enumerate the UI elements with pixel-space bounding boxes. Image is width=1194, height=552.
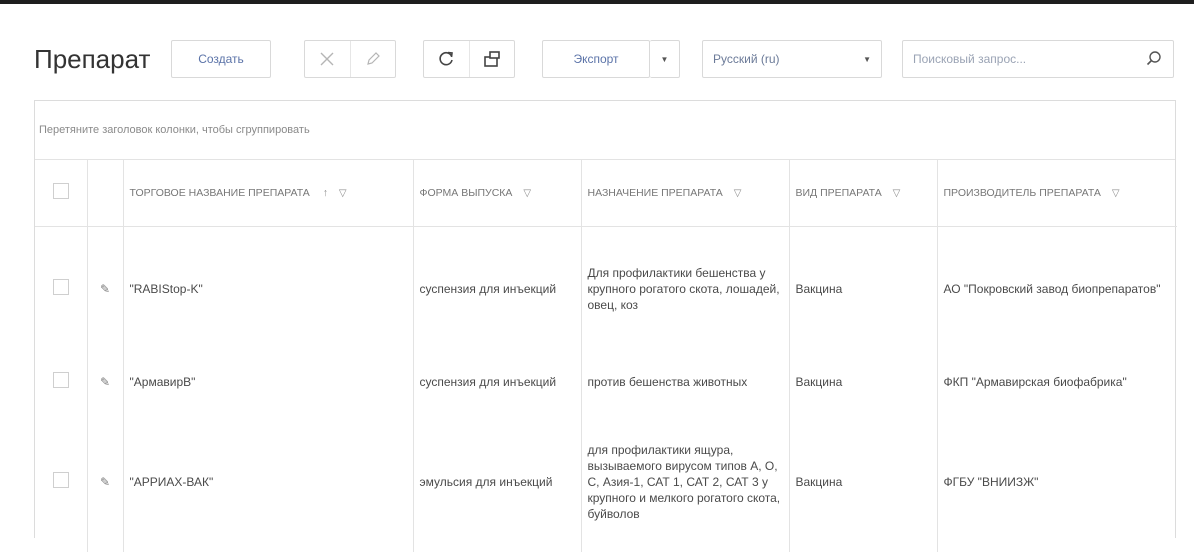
column-header-type[interactable]: ВИД ПРЕПАРАТА ▽ — [789, 160, 938, 227]
group-panel[interactable]: Перетяните заголовок колонки, чтобы сгру… — [35, 101, 1175, 160]
export-dropdown-button[interactable]: ▼ — [650, 40, 680, 78]
cell-manufacturer: ФКП "Армавирская биофабрика" — [943, 375, 1127, 389]
column-chooser-icon — [483, 51, 500, 67]
cell-name: "RABIStop-K" — [123, 226, 414, 352]
table-row[interactable]: ✎ "АрмавирВ" суспензия для инъекций прот… — [35, 352, 1177, 412]
row-edit-cell: ✎ — [87, 412, 124, 552]
search-input[interactable]: Поисковый запрос... — [902, 40, 1174, 78]
column-header-form[interactable]: ФОРМА ВЫПУСКА ▽ — [413, 160, 582, 227]
data-grid: Перетяните заголовок колонки, чтобы сгру… — [34, 100, 1177, 552]
data-table: ТОРГОВОЕ НАЗВАНИЕ ПРЕПАРАТА ↑ ▽ ФОРМА ВЫ… — [35, 160, 1177, 552]
table-header-row: ТОРГОВОЕ НАЗВАНИЕ ПРЕПАРАТА ↑ ▽ ФОРМА ВЫ… — [35, 160, 1177, 227]
cell-manufacturer: ФГБУ "ВНИИЗЖ" — [943, 475, 1039, 489]
row-edit-cell: ✎ — [87, 352, 124, 412]
cell-purpose: Для профилактики бешенства у крупного ро… — [581, 226, 790, 352]
caret-down-icon: ▼ — [863, 54, 871, 64]
table-row[interactable]: ✎ "АРРИАХ-ВАК" эмульсия для инъекций для… — [35, 412, 1177, 552]
row-select-cell — [35, 226, 88, 352]
select-all-checkbox[interactable] — [52, 183, 69, 200]
language-select-value: Русский (ru) — [713, 52, 780, 66]
column-header-name[interactable]: ТОРГОВОЕ НАЗВАНИЕ ПРЕПАРАТА ↑ ▽ — [123, 160, 414, 227]
column-header-purpose[interactable]: НАЗНАЧЕНИЕ ПРЕПАРАТА ▽ — [581, 160, 790, 227]
toolbar: Препарат Создать Экспорт ▼ Русский (ru) … — [34, 40, 1174, 80]
row-checkbox[interactable] — [52, 279, 69, 296]
column-header-manufacturer[interactable]: ПРОИЗВОДИТЕЛЬ ПРЕПАРАТА ▽ — [937, 160, 1177, 227]
sort-asc-icon[interactable]: ↑ — [323, 187, 328, 199]
row-select-cell — [35, 412, 88, 552]
search-icon — [1146, 51, 1161, 66]
delete-button[interactable] — [305, 41, 350, 77]
pencil-icon[interactable]: ✎ — [100, 282, 110, 296]
cell-name: "АРРИАХ-ВАК" — [123, 412, 414, 552]
table-row[interactable]: ✎ "RABIStop-K" суспензия для инъекций Дл… — [35, 226, 1177, 352]
cell-form: эмульсия для инъекций — [413, 412, 582, 552]
filter-icon[interactable]: ▽ — [893, 188, 901, 199]
row-select-cell — [35, 352, 88, 412]
row-edit-cell: ✎ — [87, 226, 124, 352]
refresh-button[interactable] — [424, 41, 469, 77]
edit-column-header — [87, 160, 124, 227]
column-chooser-button[interactable] — [468, 41, 515, 77]
view-button-group — [423, 40, 515, 78]
caret-down-icon: ▼ — [660, 54, 669, 64]
cell-manufacturer: АО "Покровский завод биопрепаратов" — [943, 282, 1161, 297]
edit-button[interactable] — [349, 41, 396, 77]
cell-form: суспензия для инъекций — [413, 226, 582, 352]
cell-type: Вакцина — [789, 226, 938, 352]
group-panel-hint: Перетяните заголовок колонки, чтобы сгру… — [39, 124, 310, 136]
pencil-icon — [366, 52, 380, 65]
cell-type: Вакцина — [789, 352, 938, 412]
cell-name: "АрмавирВ" — [123, 352, 414, 412]
filter-icon[interactable]: ▽ — [339, 188, 347, 199]
cell-purpose: для профилактики ящура, вызываемого виру… — [581, 412, 790, 552]
select-all-cell — [35, 160, 88, 227]
cell-form: суспензия для инъекций — [413, 352, 582, 412]
filter-icon[interactable]: ▽ — [1112, 188, 1120, 199]
cell-type: Вакцина — [789, 412, 938, 552]
language-select[interactable]: Русский (ru) ▼ — [702, 40, 882, 78]
filter-icon[interactable]: ▽ — [523, 188, 531, 199]
export-button[interactable]: Экспорт — [542, 40, 650, 78]
cell-purpose: против бешенства животных — [581, 352, 790, 412]
page-title: Препарат — [34, 44, 151, 74]
search-placeholder: Поисковый запрос... — [913, 52, 1027, 66]
filter-icon[interactable]: ▽ — [734, 188, 742, 199]
close-icon — [320, 52, 334, 66]
row-checkbox[interactable] — [52, 372, 69, 388]
edit-button-group — [304, 40, 396, 78]
pencil-icon[interactable]: ✎ — [100, 475, 110, 489]
pencil-icon[interactable]: ✎ — [100, 375, 110, 389]
create-button[interactable]: Создать — [171, 40, 271, 78]
refresh-icon — [439, 51, 454, 66]
row-checkbox[interactable] — [52, 472, 69, 488]
window-top-border — [0, 0, 1194, 4]
